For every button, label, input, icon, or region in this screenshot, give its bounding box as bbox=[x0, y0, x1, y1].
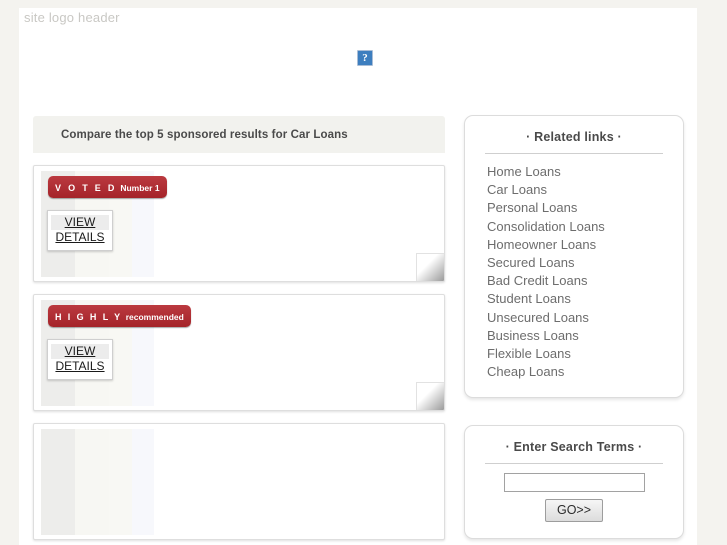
sidebar-link-consolidation-loans[interactable]: Consolidation Loans bbox=[487, 218, 683, 236]
band-cream bbox=[75, 429, 109, 535]
sidebar-link-business-loans[interactable]: Business Loans bbox=[487, 327, 683, 345]
sidebar-link-cheap-loans[interactable]: Cheap Loans bbox=[487, 363, 683, 381]
sidebar-link-secured-loans[interactable]: Secured Loans bbox=[487, 254, 683, 272]
search-panel-title: · Enter Search Terms · bbox=[505, 440, 643, 455]
badge-top-label: V O T E D bbox=[55, 183, 117, 193]
band-gray bbox=[41, 429, 75, 535]
badge-bottom-label: recommended bbox=[125, 312, 184, 322]
related-links-panel: · Related links · Home Loans Car Loans P… bbox=[464, 115, 684, 399]
compare-header-band: Compare the top 5 sponsored results for … bbox=[33, 116, 445, 153]
result-card[interactable]: H I G H L Y recommended VIEW DETAILS bbox=[33, 294, 445, 411]
page-content-area: site logo header ? Compare the top 5 spo… bbox=[19, 8, 697, 545]
search-input-row bbox=[465, 473, 683, 493]
related-links-list: Home Loans Car Loans Personal Loans Cons… bbox=[465, 163, 683, 381]
sidebar: · Related links · Home Loans Car Loans P… bbox=[464, 115, 684, 540]
badge-top-label: H I G H L Y bbox=[55, 312, 123, 322]
search-input[interactable] bbox=[503, 473, 645, 493]
page-fold-corner bbox=[416, 253, 444, 281]
view-details-line-2: DETAILS bbox=[55, 359, 105, 373]
page-fold-corner bbox=[416, 382, 444, 410]
sidebar-link-student-loans[interactable]: Student Loans bbox=[487, 290, 683, 308]
sidebar-link-car-loans[interactable]: Car Loans bbox=[487, 181, 683, 199]
view-details-button[interactable]: VIEW DETAILS bbox=[47, 210, 113, 251]
result-card[interactable] bbox=[33, 423, 445, 540]
card-color-bands bbox=[41, 429, 154, 535]
panel-divider bbox=[485, 153, 663, 154]
status-badge: V O T E D Number 1 bbox=[48, 176, 167, 198]
search-submit-row: GO>> bbox=[465, 499, 683, 523]
status-badge: H I G H L Y recommended bbox=[48, 305, 191, 327]
sidebar-link-bad-credit-loans[interactable]: Bad Credit Loans bbox=[487, 272, 683, 290]
view-details-button[interactable]: VIEW DETAILS bbox=[47, 339, 113, 380]
go-button[interactable]: GO>> bbox=[544, 499, 604, 523]
view-details-line-1: VIEW bbox=[51, 344, 109, 359]
badge-bottom-label: Number 1 bbox=[120, 183, 160, 193]
results-column: Compare the top 5 sponsored results for … bbox=[33, 116, 445, 540]
band-blue-tint bbox=[132, 429, 154, 535]
compare-title: Compare the top 5 sponsored results for … bbox=[61, 128, 348, 141]
sidebar-link-unsecured-loans[interactable]: Unsecured Loans bbox=[487, 309, 683, 327]
site-logo-header: site logo header bbox=[24, 10, 120, 25]
related-links-title: · Related links · bbox=[526, 130, 622, 144]
sidebar-link-home-loans[interactable]: Home Loans bbox=[487, 163, 683, 181]
band-cream-light bbox=[109, 429, 132, 535]
sidebar-link-personal-loans[interactable]: Personal Loans bbox=[487, 199, 683, 217]
broken-image-glyph: ? bbox=[362, 51, 368, 64]
sidebar-link-homeowner-loans[interactable]: Homeowner Loans bbox=[487, 236, 683, 254]
search-panel: · Enter Search Terms · GO>> bbox=[464, 425, 684, 540]
result-card[interactable]: V O T E D Number 1 VIEW DETAILS bbox=[33, 165, 445, 282]
view-details-line-2: DETAILS bbox=[55, 230, 105, 244]
broken-image-icon: ? bbox=[357, 50, 373, 66]
sidebar-link-flexible-loans[interactable]: Flexible Loans bbox=[487, 345, 683, 363]
view-details-line-1: VIEW bbox=[51, 215, 109, 230]
panel-divider bbox=[485, 463, 663, 465]
